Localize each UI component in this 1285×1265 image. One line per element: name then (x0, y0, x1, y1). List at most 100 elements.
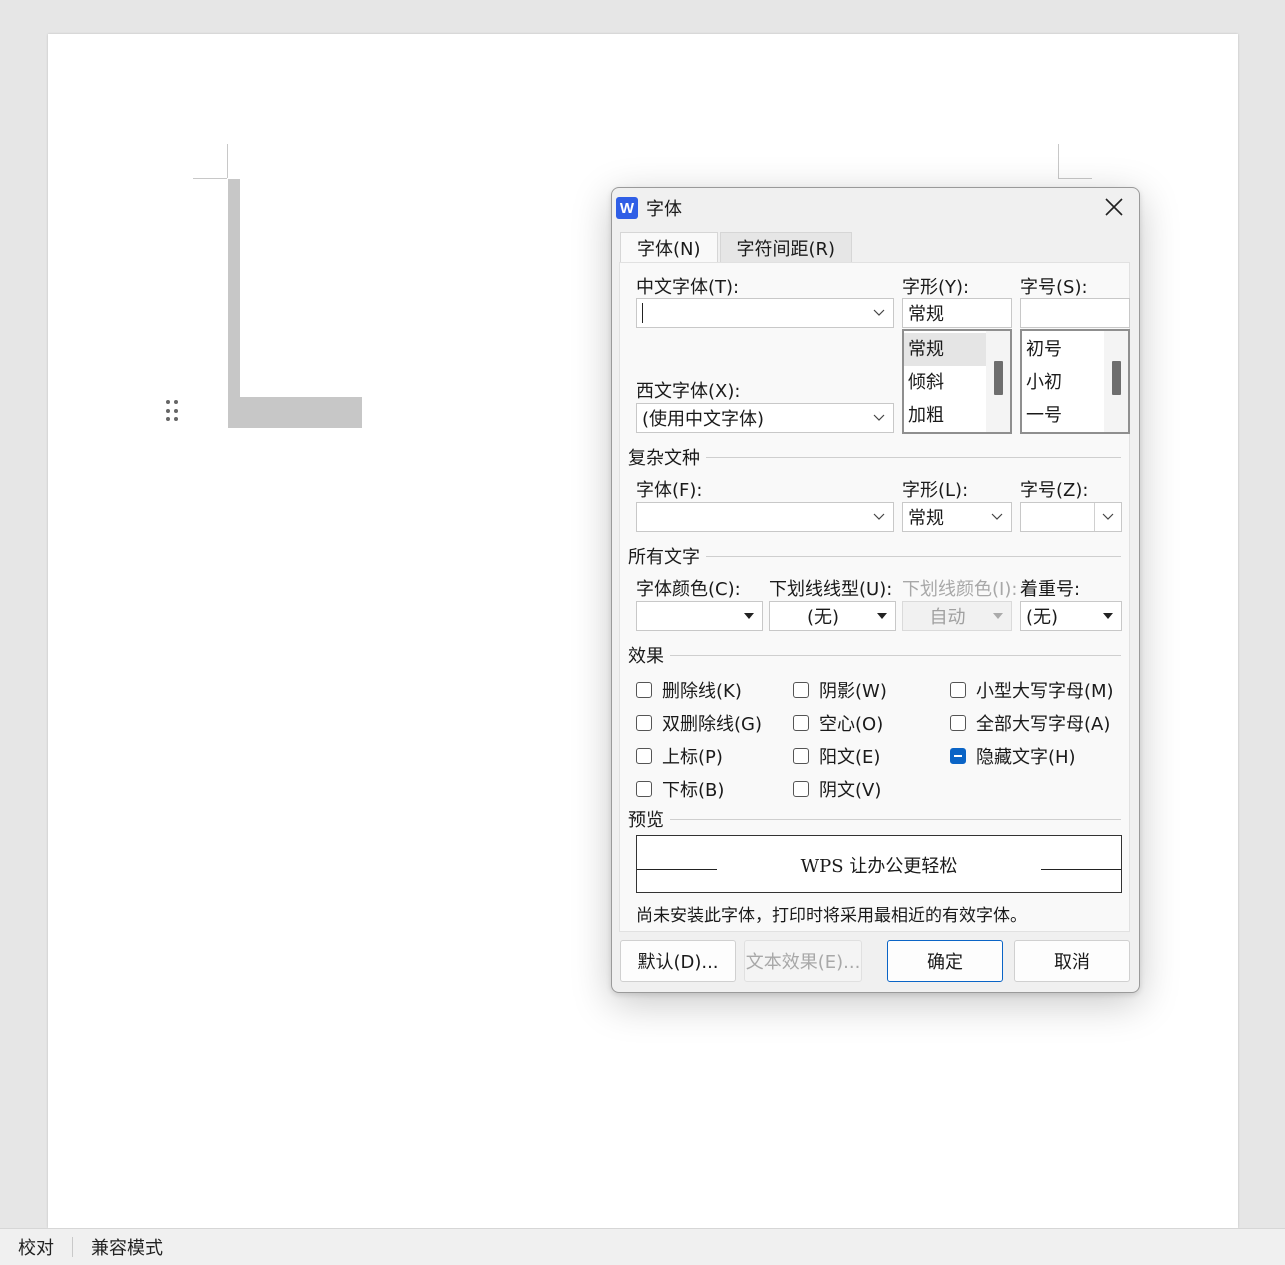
style-listbox[interactable]: 常规 倾斜 加粗 (902, 329, 1012, 434)
complex-font-label: 字体(F): (636, 480, 703, 501)
all-text-section: 所有文字 (628, 545, 1121, 568)
top-right-margin-mark-h (1058, 178, 1092, 179)
chinese-font-label: 中文字体(T): (636, 277, 740, 298)
preview-sample-text: WPS 让办公更轻松 (800, 856, 958, 877)
default-button[interactable]: 默认(D)... (620, 940, 736, 982)
checkbox-box[interactable] (793, 715, 809, 731)
western-font-value: (使用中文字体) (642, 409, 765, 430)
double-strikethrough-checkbox[interactable]: 双删除线(G) (636, 710, 762, 736)
status-bar: 校对 兼容模式 (0, 1228, 1285, 1265)
western-font-combo[interactable]: (使用中文字体) (636, 403, 894, 433)
top-right-margin-mark (1058, 144, 1059, 178)
cancel-button[interactable]: 取消 (1014, 940, 1130, 982)
chinese-font-combo[interactable] (636, 298, 894, 328)
underline-color-combo[interactable]: 自动 (902, 601, 1012, 631)
font-color-label: 字体颜色(C): (636, 579, 741, 600)
effects-section: 效果 (628, 644, 1121, 667)
scroll-thumb[interactable] (994, 361, 1003, 395)
preview-section: 预览 (628, 808, 1121, 831)
western-font-label: 西文字体(X): (636, 381, 741, 402)
checkbox-box[interactable] (636, 715, 652, 731)
checkbox-label: 阳文(E) (819, 747, 881, 768)
dialog-title: 字体 (646, 199, 682, 220)
chevron-down-icon (873, 299, 885, 327)
size-scrollbar[interactable] (1104, 331, 1128, 432)
complex-style-value: 常规 (908, 508, 944, 529)
text-selection-block (228, 179, 240, 428)
close-icon[interactable] (1101, 194, 1127, 220)
triangle-down-icon (744, 602, 754, 630)
section-title: 复杂文种 (628, 448, 700, 469)
checkbox-box[interactable] (793, 682, 809, 698)
preview-note: 尚未安装此字体，打印时将采用最相近的有效字体。 (636, 906, 1027, 926)
size-input[interactable] (1020, 298, 1130, 328)
complex-style-combo[interactable]: 常规 (902, 502, 1012, 532)
complex-style-label: 字形(L): (902, 480, 969, 501)
engrave-checkbox[interactable]: 阴文(V) (793, 776, 881, 802)
section-title: 所有文字 (628, 547, 700, 568)
strikethrough-checkbox[interactable]: 删除线(K) (636, 677, 742, 703)
chevron-down-icon (991, 503, 1003, 531)
complex-font-combo[interactable] (636, 502, 894, 532)
size-listbox[interactable]: 初号 小初 一号 (1020, 329, 1130, 434)
subscript-checkbox[interactable]: 下标(B) (636, 776, 724, 802)
style-input[interactable]: 常规 (902, 298, 1012, 328)
checkbox-box[interactable] (636, 781, 652, 797)
hidden-text-checkbox[interactable]: 隐藏文字(H) (950, 743, 1076, 769)
small-caps-checkbox[interactable]: 小型大写字母(M) (950, 677, 1114, 703)
chevron-down-icon (873, 503, 885, 531)
status-compat-mode[interactable]: 兼容模式 (73, 1234, 181, 1260)
style-scrollbar[interactable] (986, 331, 1010, 432)
checkbox-label: 阴影(W) (819, 681, 887, 702)
checkbox-label: 小型大写字母(M) (976, 681, 1114, 702)
superscript-checkbox[interactable]: 上标(P) (636, 743, 723, 769)
font-color-combo[interactable] (636, 601, 763, 631)
dialog-title-bar: W 字体 (616, 194, 682, 222)
section-title: 预览 (628, 810, 664, 831)
underline-color-label: 下划线颜色(I): (902, 579, 1018, 600)
outline-checkbox[interactable]: 空心(O) (793, 710, 883, 736)
text-effects-button[interactable]: 文本效果(E)... (744, 940, 862, 982)
checkbox-box[interactable] (950, 715, 966, 731)
tab-char-spacing[interactable]: 字符间距(R) (719, 232, 853, 263)
checkbox-label: 全部大写字母(A) (976, 714, 1111, 735)
checkbox-indeterminate-icon[interactable] (950, 748, 966, 764)
complex-size-label: 字号(Z): (1020, 480, 1089, 501)
tab-font[interactable]: 字体(N) (620, 232, 718, 263)
complex-script-section: 复杂文种 (628, 446, 1121, 469)
ok-button[interactable]: 确定 (887, 940, 1003, 982)
preview-box: WPS 让办公更轻松 (636, 835, 1122, 893)
shadow-checkbox[interactable]: 阴影(W) (793, 677, 887, 703)
section-title: 效果 (628, 646, 664, 667)
checkbox-box[interactable] (636, 682, 652, 698)
chevron-down-icon (873, 404, 885, 432)
emphasis-mark-label: 着重号: (1020, 579, 1081, 600)
style-input-value: 常规 (908, 304, 944, 325)
checkbox-box[interactable] (793, 748, 809, 764)
checkbox-box[interactable] (793, 781, 809, 797)
triangle-down-icon (877, 602, 887, 630)
checkbox-label: 删除线(K) (662, 681, 742, 702)
font-tab-panel: 中文字体(T): 字形(Y): 常规 常规 倾斜 加粗 字号(S): 初号 小初… (619, 262, 1130, 932)
top-left-margin-mark (227, 144, 228, 178)
checkbox-label: 下标(B) (662, 780, 725, 801)
checkbox-label: 阴文(V) (819, 780, 882, 801)
paragraph-drag-handle-icon[interactable] (166, 400, 180, 424)
status-proofing[interactable]: 校对 (0, 1234, 72, 1260)
underline-style-combo[interactable]: (无) (769, 601, 896, 631)
underline-style-label: 下划线线型(U): (769, 579, 893, 600)
complex-size-combo[interactable] (1020, 502, 1122, 532)
all-caps-checkbox[interactable]: 全部大写字母(A) (950, 710, 1110, 736)
dialog-tabs: 字体(N) 字符间距(R) (620, 232, 854, 263)
emphasis-mark-value: (无) (1026, 607, 1059, 628)
style-label: 字形(Y): (902, 277, 970, 298)
chevron-down-icon (1094, 503, 1121, 531)
checkbox-box[interactable] (636, 748, 652, 764)
triangle-down-icon (993, 602, 1003, 630)
checkbox-box[interactable] (950, 682, 966, 698)
emphasis-mark-combo[interactable]: (无) (1020, 601, 1122, 631)
emboss-checkbox[interactable]: 阳文(E) (793, 743, 880, 769)
scroll-thumb[interactable] (1112, 361, 1121, 395)
top-left-margin-mark-h (193, 178, 227, 179)
font-dialog: W 字体 字体(N) 字符间距(R) 中文字体(T): 字形(Y): 常规 常规… (611, 187, 1140, 993)
